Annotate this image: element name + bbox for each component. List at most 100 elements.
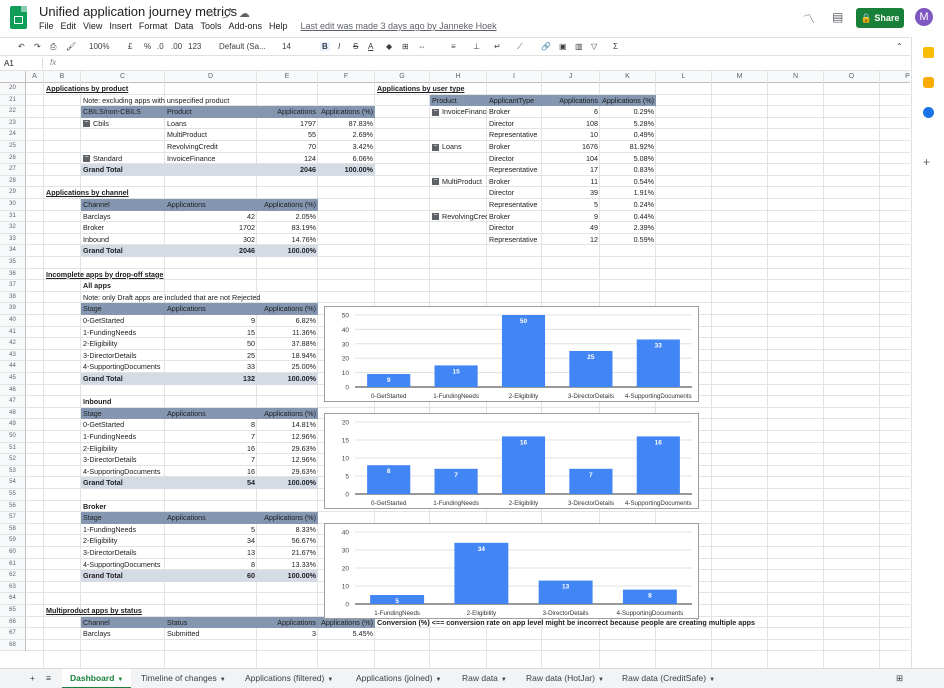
- column-header-j[interactable]: J: [542, 71, 600, 83]
- percent-button[interactable]: %: [144, 42, 151, 51]
- menu-insert[interactable]: Insert: [109, 21, 132, 31]
- cell-reference[interactable]: A1: [4, 59, 14, 68]
- row-header-24[interactable]: 24: [0, 129, 26, 141]
- print-icon[interactable]: ⎙: [50, 42, 56, 52]
- all-sheets-icon[interactable]: ≡: [38, 669, 59, 688]
- row-header-38[interactable]: 38: [0, 291, 26, 304]
- row-header-62[interactable]: 62: [0, 570, 26, 582]
- activity-icon[interactable]: 〽: [803, 10, 815, 27]
- sheet-tab-raw-data-hotjar[interactable]: Raw data (HotJar) ▼: [518, 669, 612, 688]
- chevron-down-icon[interactable]: ▼: [327, 677, 333, 683]
- column-header-m[interactable]: M: [712, 71, 768, 83]
- column-header-c[interactable]: C: [81, 71, 165, 83]
- row-header-39[interactable]: 39: [0, 303, 26, 315]
- collapse-icon[interactable]: −: [83, 154, 90, 163]
- menu-format[interactable]: Format: [139, 21, 168, 31]
- menu-add-ons[interactable]: Add-ons: [228, 21, 262, 31]
- row-header-27[interactable]: 27: [0, 164, 26, 176]
- sheet-tab-applications-joined[interactable]: Applications (joined) ▼: [348, 669, 450, 688]
- sheet-tab-raw-data[interactable]: Raw data ▼: [454, 669, 515, 688]
- row-header-37[interactable]: 37: [0, 280, 26, 292]
- sheets-logo-icon[interactable]: [10, 6, 27, 29]
- menu-help[interactable]: Help: [269, 21, 288, 31]
- row-header-33[interactable]: 33: [0, 233, 26, 246]
- menu-data[interactable]: Data: [174, 21, 193, 31]
- share-button[interactable]: 🔒 Share: [856, 8, 904, 28]
- currency-button[interactable]: £: [128, 42, 132, 51]
- row-header-58[interactable]: 58: [0, 523, 26, 536]
- row-header-63[interactable]: 63: [0, 581, 26, 594]
- row-header-46[interactable]: 46: [0, 384, 26, 397]
- font-size-select[interactable]: 14: [282, 42, 291, 51]
- row-header-35[interactable]: 35: [0, 257, 26, 269]
- move-icon[interactable]: ⤴: [222, 8, 239, 20]
- row-header-65[interactable]: 65: [0, 605, 26, 617]
- row-header-59[interactable]: 59: [0, 535, 26, 547]
- row-header-29[interactable]: 29: [0, 187, 26, 199]
- star-icon[interactable]: ☆: [206, 8, 222, 20]
- chevron-down-icon[interactable]: ▼: [436, 677, 442, 683]
- collapse-icon[interactable]: −: [432, 177, 439, 186]
- paint-format-icon[interactable]: 🖌: [66, 42, 76, 51]
- calendar-icon[interactable]: [923, 47, 934, 58]
- row-header-67[interactable]: 67: [0, 628, 26, 640]
- bar-chart-2[interactable]: 0 5 10 15 20 8 0-GetStarted 7 1-FundingNeeds 16 2-…: [324, 413, 699, 509]
- row-header-34[interactable]: 34: [0, 245, 26, 257]
- collapse-icon[interactable]: −: [432, 143, 439, 151]
- row-header-43[interactable]: 43: [0, 349, 26, 362]
- column-header-o[interactable]: O: [824, 71, 880, 83]
- row-header-50[interactable]: 50: [0, 431, 26, 443]
- bold-button[interactable]: B: [320, 42, 330, 51]
- bar-chart-3[interactable]: 0 10 20 30 40 5 1-FundingNeeds 34 2-Eligibility 1…: [324, 523, 699, 619]
- sheet-tab-dashboard[interactable]: Dashboard ▼: [62, 669, 132, 688]
- filter-icon[interactable]: ▽: [591, 42, 597, 51]
- link-icon[interactable]: 🔗: [541, 42, 551, 51]
- chevron-down-icon[interactable]: ▼: [501, 677, 507, 683]
- column-header-n[interactable]: N: [768, 71, 824, 83]
- strikethrough-button[interactable]: S: [353, 42, 358, 51]
- row-header-36[interactable]: 36: [0, 268, 26, 281]
- row-header-52[interactable]: 52: [0, 454, 26, 466]
- valign-icon[interactable]: ⊥: [473, 42, 480, 51]
- row-header-45[interactable]: 45: [0, 373, 26, 385]
- row-header-54[interactable]: 54: [0, 477, 26, 489]
- column-header-e[interactable]: E: [257, 71, 318, 83]
- fill-color-icon[interactable]: ◆: [386, 42, 392, 51]
- column-header-d[interactable]: D: [165, 71, 257, 83]
- bar-chart-1[interactable]: 0 10 20 30 40 50 9 0-GetStarted 15 1-FundingNeeds…: [324, 306, 699, 402]
- row-header-51[interactable]: 51: [0, 442, 26, 455]
- select-all-corner[interactable]: [0, 71, 26, 83]
- row-header-21[interactable]: 21: [0, 94, 26, 107]
- font-select[interactable]: Default (Sa...: [219, 42, 266, 51]
- row-header-47[interactable]: 47: [0, 396, 26, 408]
- menu-view[interactable]: View: [83, 21, 102, 31]
- row-header-41[interactable]: 41: [0, 326, 26, 339]
- row-header-26[interactable]: 26: [0, 152, 26, 165]
- row-header-40[interactable]: 40: [0, 315, 26, 327]
- comment-icon[interactable]: ▣: [559, 42, 567, 51]
- row-header-22[interactable]: 22: [0, 106, 26, 118]
- collapse-icon[interactable]: −: [432, 212, 439, 221]
- column-header-b[interactable]: B: [44, 71, 81, 83]
- chevron-down-icon[interactable]: ▼: [709, 677, 715, 683]
- merge-icon[interactable]: ⇔: [418, 42, 426, 51]
- column-header-l[interactable]: L: [656, 71, 712, 83]
- redo-icon[interactable]: ↷: [34, 42, 41, 51]
- spreadsheet-grid[interactable]: ABCDEFGHIJKLMNOP 20 21 22 23 24 25 26 27 28 29 30 3…: [0, 71, 910, 668]
- row-header-60[interactable]: 60: [0, 547, 26, 559]
- menu-tools[interactable]: Tools: [200, 21, 221, 31]
- row-header-61[interactable]: 61: [0, 558, 26, 571]
- row-header-55[interactable]: 55: [0, 489, 26, 501]
- column-header-i[interactable]: I: [487, 71, 542, 83]
- chevron-down-icon[interactable]: ▼: [117, 677, 123, 683]
- row-header-25[interactable]: 25: [0, 141, 26, 153]
- row-header-23[interactable]: 23: [0, 117, 26, 130]
- row-header-32[interactable]: 32: [0, 222, 26, 234]
- row-header-30[interactable]: 30: [0, 199, 26, 211]
- wrap-icon[interactable]: ↵: [494, 42, 501, 51]
- row-header-53[interactable]: 53: [0, 465, 26, 478]
- sheet-tab-timeline-of-changes[interactable]: Timeline of changes ▼: [133, 669, 234, 688]
- functions-icon[interactable]: Σ: [613, 42, 618, 51]
- undo-icon[interactable]: ↶: [18, 42, 25, 51]
- row-header-31[interactable]: 31: [0, 210, 26, 223]
